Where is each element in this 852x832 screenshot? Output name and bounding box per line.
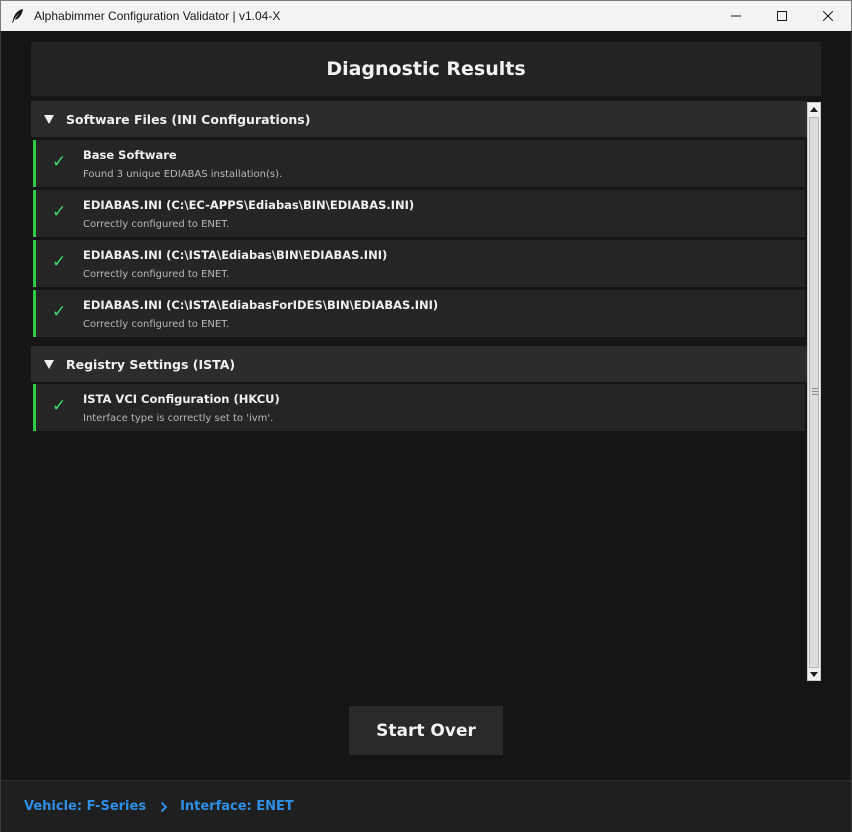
result-item: ✓ Base Software Found 3 unique EDIABAS i… — [33, 140, 805, 187]
section-title: Registry Settings (ISTA) — [66, 356, 236, 372]
result-item-description: Correctly configured to ENET. — [83, 319, 230, 330]
window-frame-left — [0, 31, 1, 832]
checkmark-icon: ✓ — [52, 152, 67, 172]
minimize-button[interactable] — [713, 1, 759, 31]
grip-line — [812, 391, 818, 392]
result-item-title: ISTA VCI Configuration (HKCU) — [83, 392, 280, 406]
chevron-right-icon — [160, 801, 168, 813]
result-item-description: Correctly configured to ENET. — [83, 269, 230, 280]
close-button[interactable] — [805, 1, 851, 31]
result-item-title: EDIABAS.INI (C:\ISTA\EdiabasForIDES\BIN\… — [83, 298, 439, 312]
result-item-title: EDIABAS.INI (C:\EC-APPS\Ediabas\BIN\EDIA… — [83, 198, 415, 212]
section-header-registry-settings[interactable]: Registry Settings (ISTA) — [31, 346, 807, 382]
checkmark-icon: ✓ — [52, 302, 67, 322]
checkmark-icon: ✓ — [52, 252, 67, 272]
breadcrumb: Vehicle: F-Series Interface: ENET — [1, 780, 851, 832]
scrollbar-thumb[interactable] — [809, 117, 819, 668]
caret-down-icon — [44, 114, 54, 124]
section-header-software-files[interactable]: Software Files (INI Configurations) — [31, 101, 807, 137]
result-item: ✓ EDIABAS.INI (C:\ISTA\Ediabas\BIN\EDIAB… — [33, 240, 805, 287]
results-header: Diagnostic Results — [31, 42, 821, 96]
arrow-up-icon — [810, 106, 818, 112]
result-item-description: Found 3 unique EDIABAS installation(s). — [83, 169, 283, 180]
close-icon — [823, 11, 833, 21]
section-title: Software Files (INI Configurations) — [66, 111, 311, 127]
caret-down-icon — [44, 359, 54, 369]
result-item-description: Interface type is correctly set to 'ivm'… — [83, 413, 274, 424]
scroll-down-button[interactable] — [808, 668, 820, 680]
grip-line — [812, 388, 818, 389]
vertical-scrollbar[interactable] — [807, 102, 821, 681]
feather-icon — [12, 9, 23, 23]
title-bar[interactable]: Alphabimmer Configuration Validator | v1… — [0, 0, 852, 31]
arrow-down-icon — [810, 671, 818, 677]
start-over-button[interactable]: Start Over — [349, 706, 503, 755]
result-item-title: EDIABAS.INI (C:\ISTA\Ediabas\BIN\EDIABAS… — [83, 248, 388, 262]
results-list[interactable]: Software Files (INI Configurations) ✓ Ba… — [31, 101, 807, 681]
result-item-title: Base Software — [83, 148, 177, 162]
result-item: ✓ ISTA VCI Configuration (HKCU) Interfac… — [33, 384, 805, 431]
page-title: Diagnostic Results — [326, 58, 526, 80]
result-item-description: Correctly configured to ENET. — [83, 219, 230, 230]
grip-line — [812, 394, 818, 395]
maximize-icon — [777, 11, 787, 21]
result-item: ✓ EDIABAS.INI (C:\ISTA\EdiabasForIDES\BI… — [33, 290, 805, 337]
checkmark-icon: ✓ — [52, 396, 67, 416]
minimize-icon — [731, 15, 741, 17]
breadcrumb-vehicle[interactable]: Vehicle: F-Series — [24, 799, 146, 814]
result-item: ✓ EDIABAS.INI (C:\EC-APPS\Ediabas\BIN\ED… — [33, 190, 805, 237]
window-title: Alphabimmer Configuration Validator | v1… — [34, 9, 281, 23]
maximize-button[interactable] — [759, 1, 805, 31]
scroll-up-button[interactable] — [808, 103, 820, 115]
breadcrumb-interface[interactable]: Interface: ENET — [180, 799, 294, 814]
checkmark-icon: ✓ — [52, 202, 67, 222]
